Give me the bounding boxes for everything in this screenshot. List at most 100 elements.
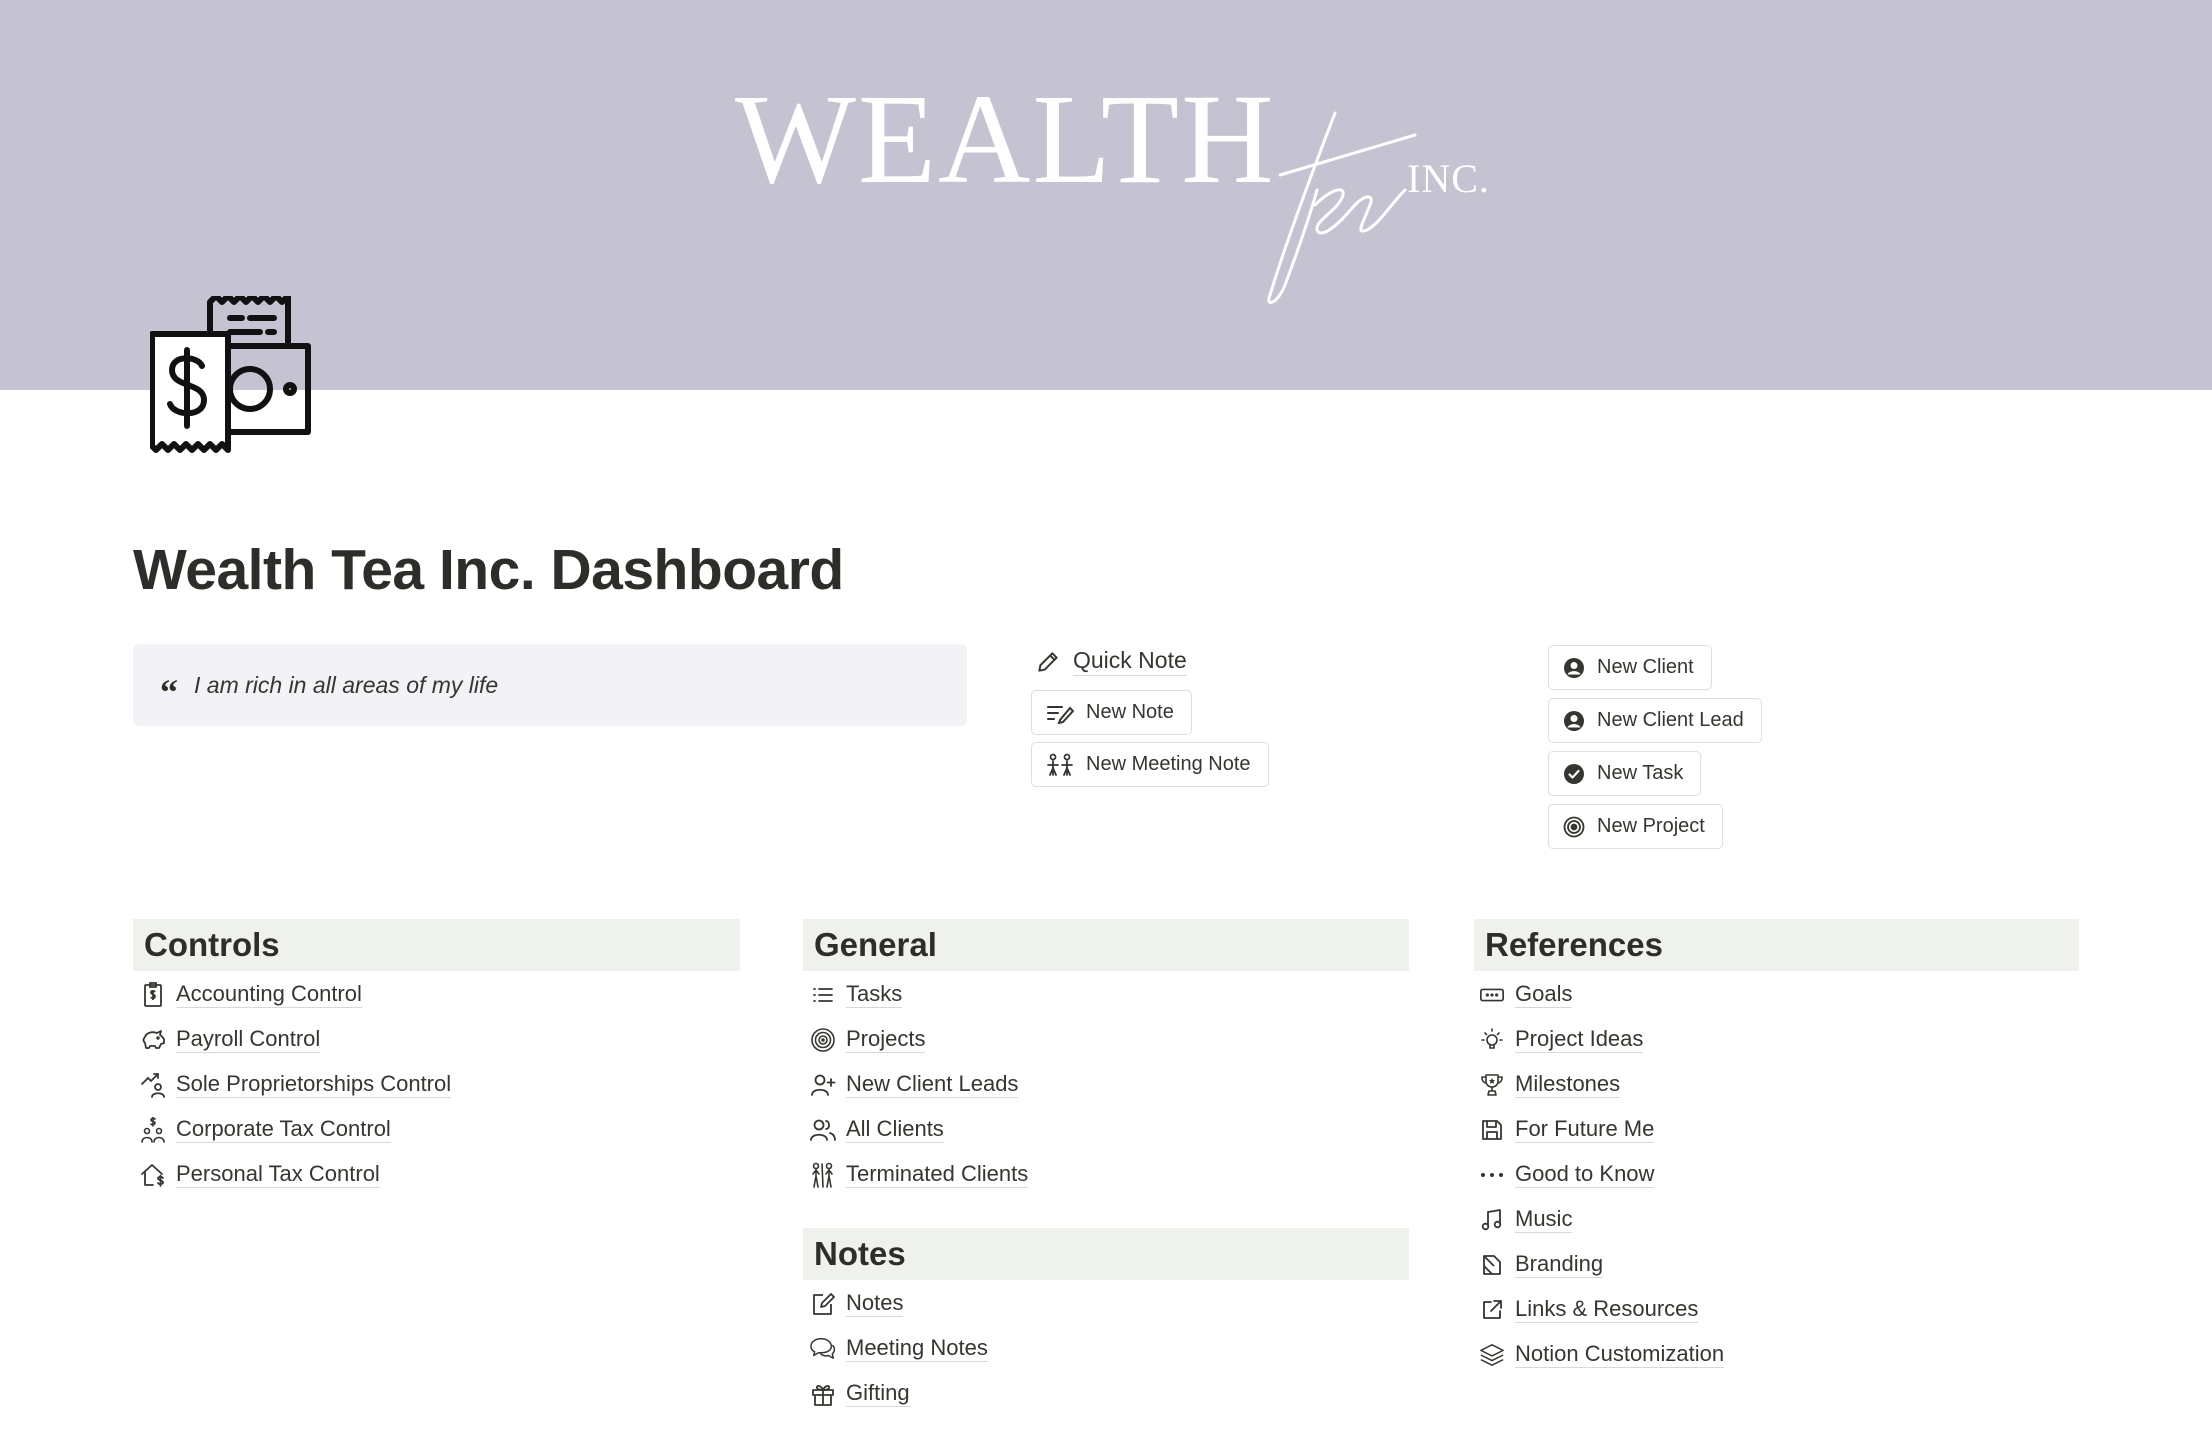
link-projects[interactable]: Projects — [810, 1017, 1028, 1062]
link-label: Projects — [846, 1026, 926, 1053]
new-task-label: New Task — [1597, 762, 1684, 784]
user-circle-icon — [1564, 710, 1584, 731]
target-icon — [1563, 816, 1585, 837]
quick-note-link[interactable]: Quick Note — [1035, 647, 1187, 676]
link-label: Goals — [1515, 981, 1573, 1008]
link-notion-customization[interactable]: Notion Customization — [1479, 1332, 1725, 1377]
user-plus-icon — [810, 1072, 836, 1098]
controls-list: Accounting Control Payroll Control Sole … — [140, 972, 452, 1197]
references-list: Goals Project Ideas Milestones For Futur… — [1479, 972, 1725, 1377]
link-terminated-clients[interactable]: Terminated Clients — [810, 1152, 1029, 1197]
gift-icon — [810, 1381, 836, 1407]
link-tasks[interactable]: Tasks — [810, 972, 1028, 1017]
new-project-label: New Project — [1597, 815, 1705, 837]
quote-text: I am rich in all areas of my life — [194, 671, 499, 698]
edit-note-icon — [810, 1291, 836, 1317]
link-gifting[interactable]: Gifting — [810, 1371, 988, 1416]
link-music[interactable]: Music — [1479, 1197, 1724, 1242]
lightbulb-icon — [1479, 1027, 1505, 1053]
new-note-button[interactable]: New Note — [1031, 690, 1192, 735]
link-label: Meeting Notes — [846, 1335, 988, 1362]
pencil-icon — [1038, 651, 1058, 672]
link-notes[interactable]: Notes — [810, 1281, 988, 1326]
user-circle-icon — [1564, 657, 1584, 678]
external-link-icon — [1479, 1297, 1505, 1323]
notes-list: Notes Meeting Notes Gifting — [810, 1281, 988, 1416]
new-meeting-note-button[interactable]: New Meeting Note — [1031, 742, 1269, 787]
link-payroll-control[interactable]: Payroll Control — [140, 1017, 451, 1062]
quote-mark-icon: “ — [160, 672, 178, 712]
notes-heading: Notes — [803, 1228, 1409, 1280]
new-meeting-note-label: New Meeting Note — [1086, 753, 1251, 775]
new-client-lead-button[interactable]: New Client Lead — [1548, 698, 1762, 743]
logo-inc: INC. — [1407, 156, 1490, 201]
new-project-button[interactable]: New Project — [1548, 804, 1723, 849]
general-heading: General — [803, 919, 1409, 971]
brand-icon — [1479, 1252, 1505, 1278]
ellipsis-icon — [1479, 1162, 1505, 1188]
house-dollar-icon — [140, 1162, 166, 1188]
link-milestones[interactable]: Milestones — [1479, 1062, 1724, 1107]
link-goals[interactable]: Goals — [1479, 972, 1724, 1017]
link-label: Milestones — [1515, 1071, 1621, 1098]
general-list: Tasks Projects New Client Leads All Clie… — [810, 972, 1029, 1197]
link-good-to-know[interactable]: Good to Know — [1479, 1152, 1724, 1197]
link-label: Project Ideas — [1515, 1026, 1644, 1053]
people-split-icon — [810, 1162, 836, 1188]
person-growth-icon — [140, 1072, 166, 1098]
logo-word: WEALTH — [735, 68, 1276, 210]
wealth-tea-logo: WEALTH INC. — [735, 75, 1515, 315]
new-client-lead-label: New Client Lead — [1597, 709, 1744, 731]
link-label: Terminated Clients — [846, 1161, 1029, 1188]
new-client-label: New Client — [1597, 656, 1694, 678]
link-branding[interactable]: Branding — [1479, 1242, 1724, 1287]
link-label: Good to Know — [1515, 1161, 1655, 1188]
ticket-icon — [1479, 982, 1505, 1008]
note-lines-icon — [1047, 705, 1074, 724]
logo-script-tea — [1267, 111, 1417, 304]
new-client-button[interactable]: New Client — [1548, 645, 1712, 690]
link-personal-tax-control[interactable]: Personal Tax Control — [140, 1152, 451, 1197]
new-task-button[interactable]: New Task — [1548, 751, 1702, 796]
link-label: Accounting Control — [176, 981, 362, 1008]
controls-heading: Controls — [133, 919, 740, 971]
link-label: New Client Leads — [846, 1071, 1019, 1098]
cover-banner: WEALTH INC. — [0, 0, 2212, 390]
target-icon — [810, 1027, 836, 1053]
trophy-icon — [1479, 1072, 1505, 1098]
piggy-bank-icon — [140, 1027, 166, 1053]
link-label: All Clients — [846, 1116, 944, 1143]
link-corporate-tax-control[interactable]: Corporate Tax Control — [140, 1107, 451, 1152]
save-icon — [1479, 1117, 1505, 1143]
link-project-ideas[interactable]: Project Ideas — [1479, 1017, 1724, 1062]
references-heading: References — [1474, 919, 2079, 971]
link-label: Notes — [846, 1290, 904, 1317]
money-receipt-icon — [150, 296, 311, 453]
chat-bubbles-icon — [810, 1336, 836, 1362]
new-note-label: New Note — [1086, 701, 1174, 723]
link-label: Gifting — [846, 1380, 910, 1407]
link-label: Music — [1515, 1206, 1573, 1233]
link-label: Links & Resources — [1515, 1296, 1699, 1323]
link-sole-proprietorships-control[interactable]: Sole Proprietorships Control — [140, 1062, 452, 1107]
users-icon — [810, 1117, 836, 1143]
music-note-icon — [1479, 1207, 1505, 1233]
people-dollar-icon — [140, 1116, 166, 1143]
link-label: For Future Me — [1515, 1116, 1655, 1143]
quick-note-label: Quick Note — [1073, 647, 1187, 676]
link-accounting-control[interactable]: Accounting Control — [140, 972, 451, 1017]
link-meeting-notes[interactable]: Meeting Notes — [810, 1326, 988, 1371]
link-label: Branding — [1515, 1251, 1604, 1278]
check-circle-icon — [1564, 763, 1584, 784]
layers-icon — [1479, 1342, 1505, 1368]
link-label: Tasks — [846, 981, 903, 1008]
link-label: Personal Tax Control — [176, 1161, 380, 1188]
link-links-resources[interactable]: Links & Resources — [1479, 1287, 1724, 1332]
link-new-client-leads[interactable]: New Client Leads — [810, 1062, 1028, 1107]
link-all-clients[interactable]: All Clients — [810, 1107, 1028, 1152]
link-for-future-me[interactable]: For Future Me — [1479, 1107, 1724, 1152]
page-title: Wealth Tea Inc. Dashboard — [133, 538, 844, 602]
link-label: Sole Proprietorships Control — [176, 1071, 452, 1098]
receipt-dollar-icon — [140, 981, 166, 1008]
quote-callout: “ I am rich in all areas of my life — [133, 644, 967, 726]
